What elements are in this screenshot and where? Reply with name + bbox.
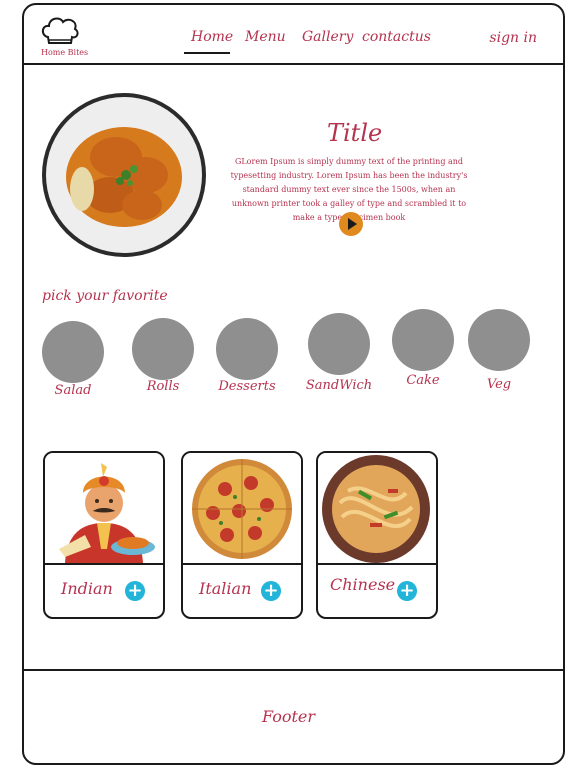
page-frame: Home Bites Home Menu Gallery contactus s… — [22, 3, 565, 765]
cuisine-label: Chinese — [330, 575, 396, 594]
cuisine-card-chinese[interactable]: Chinese + — [316, 451, 438, 619]
category-image-placeholder — [216, 318, 278, 380]
category-veg[interactable]: Veg — [468, 309, 530, 392]
footer: Footer — [24, 669, 563, 763]
nav-active-underline — [184, 52, 230, 54]
chef-hat-logo[interactable] — [40, 15, 80, 49]
plus-icon[interactable]: + — [125, 581, 145, 601]
cuisine-label: Italian — [199, 579, 252, 598]
pizza-image — [183, 453, 301, 565]
cuisine-card-indian[interactable]: Indian + — [43, 451, 165, 619]
plus-icon[interactable]: + — [397, 581, 417, 601]
favorites-title: pick your favorite — [42, 288, 168, 304]
footer-text: Footer — [262, 707, 316, 726]
category-label: Desserts — [218, 379, 276, 394]
hero-dish-image — [42, 93, 206, 257]
noodles-image — [318, 453, 436, 565]
nav-gallery[interactable]: Gallery — [302, 29, 353, 45]
category-rolls[interactable]: Rolls — [132, 318, 194, 394]
category-sandwich[interactable]: SandWich — [306, 313, 372, 393]
category-cake[interactable]: Cake — [392, 309, 454, 388]
category-image-placeholder — [42, 321, 104, 383]
cuisine-card-italian[interactable]: Italian + — [181, 451, 303, 619]
header: Home Bites Home Menu Gallery contactus s… — [24, 5, 563, 65]
play-icon — [348, 218, 357, 230]
logo-text: Home Bites — [41, 48, 89, 57]
category-image-placeholder — [468, 309, 530, 371]
cuisine-label: Indian — [61, 579, 113, 598]
plus-icon[interactable]: + — [261, 581, 281, 601]
category-salad[interactable]: Salad — [42, 321, 104, 398]
hero-title: Title — [327, 119, 383, 147]
category-label: Veg — [486, 377, 512, 392]
indian-chef-image — [45, 453, 163, 565]
category-image-placeholder — [132, 318, 194, 380]
nav-menu[interactable]: Menu — [245, 29, 286, 45]
play-button[interactable] — [339, 212, 363, 236]
category-image-placeholder — [392, 309, 454, 371]
sign-in-link[interactable]: sign in — [489, 30, 537, 46]
category-image-placeholder — [308, 313, 370, 375]
category-label: Salad — [54, 383, 92, 398]
category-desserts[interactable]: Desserts — [216, 318, 278, 394]
nav-contactus[interactable]: contactus — [362, 29, 431, 45]
nav-home[interactable]: Home — [191, 29, 233, 45]
